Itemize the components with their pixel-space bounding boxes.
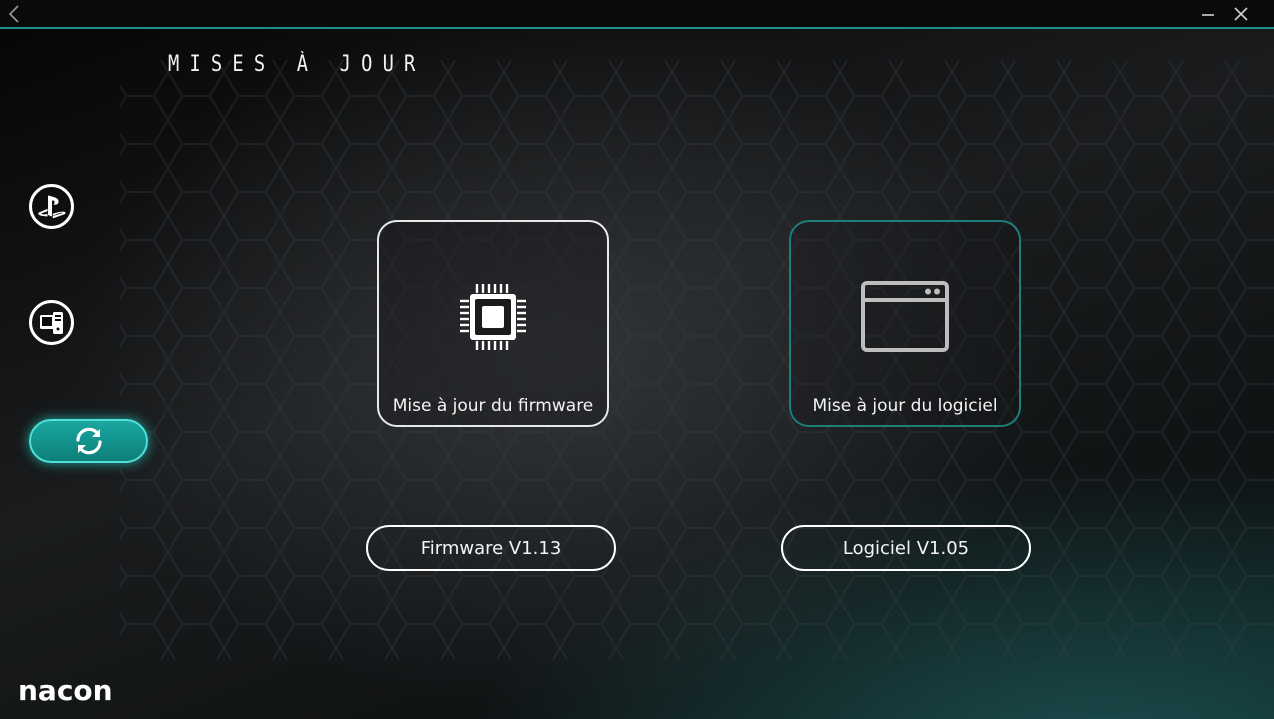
playstation-icon (37, 195, 66, 218)
app-window-icon (861, 281, 949, 352)
minimize-button[interactable] (1196, 3, 1220, 25)
software-update-label: Mise à jour du logiciel (812, 396, 998, 416)
pc-icon (39, 311, 63, 334)
chevron-left-icon (8, 5, 19, 23)
chip-icon (460, 284, 526, 350)
sidebar-item-updates[interactable] (29, 419, 148, 463)
software-version-button[interactable]: Logiciel V1.05 (781, 525, 1031, 571)
minimize-icon (1202, 14, 1214, 16)
sidebar-item-pc[interactable] (29, 300, 74, 345)
refresh-icon (75, 427, 102, 455)
nacon-logo: nacon (18, 674, 113, 707)
firmware-update-card[interactable]: Mise à jour du firmware (377, 220, 609, 427)
sidebar-item-playstation[interactable] (29, 184, 74, 229)
close-button[interactable] (1229, 3, 1253, 25)
close-icon (1234, 7, 1248, 21)
firmware-update-label: Mise à jour du firmware (392, 396, 594, 416)
page-title: MISES À JOUR (168, 52, 426, 77)
hex-pattern (120, 60, 1274, 660)
software-update-card[interactable]: Mise à jour du logiciel (789, 220, 1021, 427)
title-bar (0, 0, 1274, 29)
firmware-version-button[interactable]: Firmware V1.13 (366, 525, 616, 571)
back-button[interactable] (4, 2, 24, 26)
